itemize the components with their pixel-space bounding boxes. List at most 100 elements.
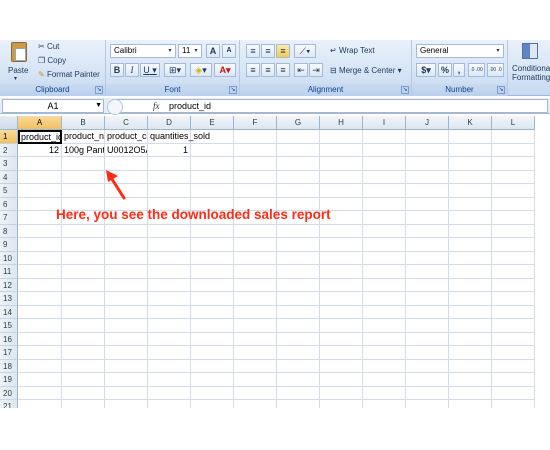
cell-D8[interactable] bbox=[148, 224, 191, 238]
percent-button[interactable]: % bbox=[438, 63, 452, 77]
row-header-7[interactable]: 7 bbox=[0, 211, 18, 225]
cell-F2[interactable] bbox=[234, 143, 277, 157]
cell-D3[interactable] bbox=[148, 157, 191, 171]
cell-I12[interactable] bbox=[363, 278, 406, 292]
cell-E14[interactable] bbox=[191, 305, 234, 319]
cell-K6[interactable] bbox=[449, 197, 492, 211]
cell-G4[interactable] bbox=[277, 170, 320, 184]
cell-I5[interactable] bbox=[363, 184, 406, 198]
cell-J15[interactable] bbox=[406, 319, 449, 333]
cell-J6[interactable] bbox=[406, 197, 449, 211]
row-header-10[interactable]: 10 bbox=[0, 251, 18, 265]
cell-B16[interactable] bbox=[62, 332, 105, 346]
decrease-indent-button[interactable]: ⇤ bbox=[294, 63, 308, 77]
comma-button[interactable]: , bbox=[453, 63, 465, 77]
cell-L18[interactable] bbox=[492, 359, 535, 373]
wrap-text-button[interactable]: ↵ Wrap Text bbox=[330, 46, 375, 55]
cell-I8[interactable] bbox=[363, 224, 406, 238]
cell-I9[interactable] bbox=[363, 238, 406, 252]
font-name-combo[interactable]: Calibri ▾ bbox=[110, 44, 176, 58]
cell-G17[interactable] bbox=[277, 346, 320, 360]
cell-C17[interactable] bbox=[105, 346, 148, 360]
cell-E21[interactable] bbox=[191, 400, 234, 408]
shrink-font-button[interactable]: A bbox=[222, 44, 236, 58]
cell-D15[interactable] bbox=[148, 319, 191, 333]
cell-A1[interactable]: product_id bbox=[18, 130, 62, 144]
row-header-13[interactable]: 13 bbox=[0, 292, 18, 306]
cell-D21[interactable] bbox=[148, 400, 191, 408]
cell-A13[interactable] bbox=[18, 292, 62, 306]
row-header-17[interactable]: 17 bbox=[0, 346, 18, 360]
cell-L4[interactable] bbox=[492, 170, 535, 184]
cell-A17[interactable] bbox=[18, 346, 62, 360]
cell-F20[interactable] bbox=[234, 386, 277, 400]
cell-D16[interactable] bbox=[148, 332, 191, 346]
cell-K8[interactable] bbox=[449, 224, 492, 238]
cell-B3[interactable] bbox=[62, 157, 105, 171]
cell-L8[interactable] bbox=[492, 224, 535, 238]
row-header-6[interactable]: 6 bbox=[0, 197, 18, 211]
cell-J14[interactable] bbox=[406, 305, 449, 319]
row-header-4[interactable]: 4 bbox=[0, 170, 18, 184]
cell-G3[interactable] bbox=[277, 157, 320, 171]
cell-K10[interactable] bbox=[449, 251, 492, 265]
copy-button[interactable]: ❐ Copy bbox=[38, 56, 66, 65]
cell-D9[interactable] bbox=[148, 238, 191, 252]
cell-E8[interactable] bbox=[191, 224, 234, 238]
cell-D4[interactable] bbox=[148, 170, 191, 184]
cell-I3[interactable] bbox=[363, 157, 406, 171]
cell-B5[interactable] bbox=[62, 184, 105, 198]
cell-G8[interactable] bbox=[277, 224, 320, 238]
cell-E15[interactable] bbox=[191, 319, 234, 333]
row-header-14[interactable]: 14 bbox=[0, 305, 18, 319]
cell-K17[interactable] bbox=[449, 346, 492, 360]
cell-E18[interactable] bbox=[191, 359, 234, 373]
cell-A21[interactable] bbox=[18, 400, 62, 408]
cell-G15[interactable] bbox=[277, 319, 320, 333]
column-header-A[interactable]: A bbox=[18, 116, 62, 130]
cell-H15[interactable] bbox=[320, 319, 363, 333]
cell-E5[interactable] bbox=[191, 184, 234, 198]
cell-I1[interactable] bbox=[363, 130, 406, 144]
cell-K11[interactable] bbox=[449, 265, 492, 279]
cell-L21[interactable] bbox=[492, 400, 535, 408]
row-header-12[interactable]: 12 bbox=[0, 278, 18, 292]
cell-A10[interactable] bbox=[18, 251, 62, 265]
cell-G9[interactable] bbox=[277, 238, 320, 252]
bold-button[interactable]: B bbox=[110, 63, 124, 77]
cell-J20[interactable] bbox=[406, 386, 449, 400]
column-header-C[interactable]: C bbox=[105, 116, 148, 130]
cell-B21[interactable] bbox=[62, 400, 105, 408]
cell-L17[interactable] bbox=[492, 346, 535, 360]
increase-decimal-button[interactable]: .0 .00 bbox=[468, 63, 485, 77]
cell-L13[interactable] bbox=[492, 292, 535, 306]
cell-D20[interactable] bbox=[148, 386, 191, 400]
cell-H4[interactable] bbox=[320, 170, 363, 184]
cell-I15[interactable] bbox=[363, 319, 406, 333]
cell-H3[interactable] bbox=[320, 157, 363, 171]
cell-A14[interactable] bbox=[18, 305, 62, 319]
cell-J17[interactable] bbox=[406, 346, 449, 360]
cell-L19[interactable] bbox=[492, 373, 535, 387]
cell-J10[interactable] bbox=[406, 251, 449, 265]
cell-D19[interactable] bbox=[148, 373, 191, 387]
cell-C12[interactable] bbox=[105, 278, 148, 292]
cell-D12[interactable] bbox=[148, 278, 191, 292]
name-box[interactable]: A1 ▼ bbox=[2, 99, 104, 113]
cell-H16[interactable] bbox=[320, 332, 363, 346]
cell-G21[interactable] bbox=[277, 400, 320, 408]
cell-E19[interactable] bbox=[191, 373, 234, 387]
cell-J7[interactable] bbox=[406, 211, 449, 225]
cell-A11[interactable] bbox=[18, 265, 62, 279]
cell-F21[interactable] bbox=[234, 400, 277, 408]
cell-H9[interactable] bbox=[320, 238, 363, 252]
row-header-9[interactable]: 9 bbox=[0, 238, 18, 252]
cell-B2[interactable]: 100g Pants bbox=[62, 143, 105, 157]
row-header-21[interactable]: 21 bbox=[0, 400, 18, 408]
cell-B9[interactable] bbox=[62, 238, 105, 252]
cell-G18[interactable] bbox=[277, 359, 320, 373]
column-header-E[interactable]: E bbox=[191, 116, 234, 130]
cell-I20[interactable] bbox=[363, 386, 406, 400]
cell-H13[interactable] bbox=[320, 292, 363, 306]
italic-button[interactable]: I bbox=[125, 63, 139, 77]
